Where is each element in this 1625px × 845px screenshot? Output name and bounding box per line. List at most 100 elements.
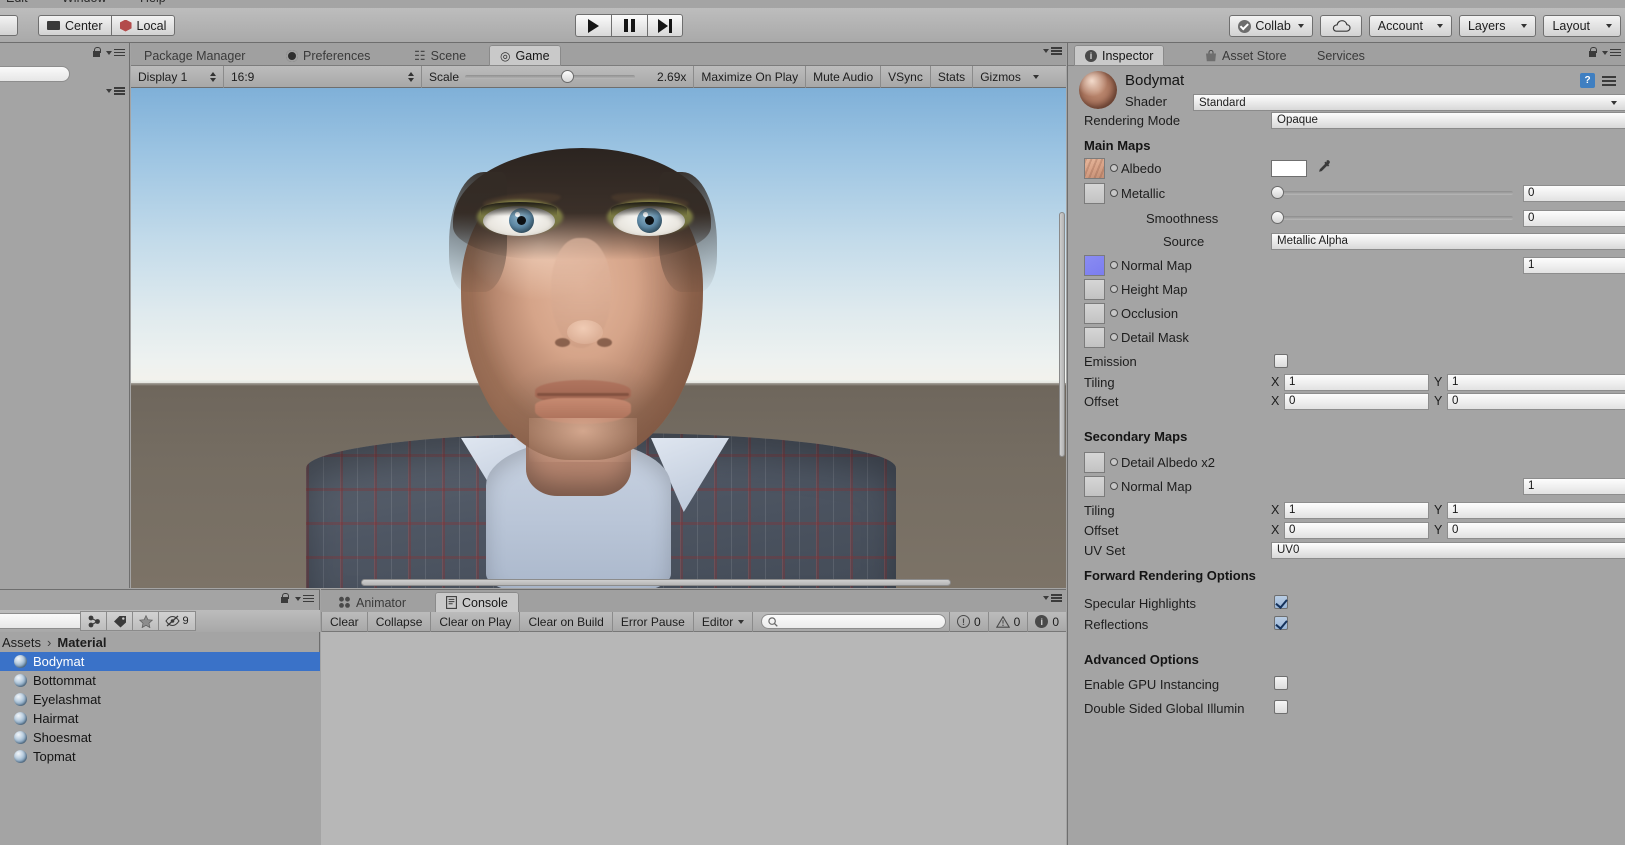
metallic-texture-slot[interactable] [1084, 182, 1105, 204]
albedo-color-swatch[interactable] [1271, 159, 1307, 177]
menu-edit[interactable]: Edit [6, 0, 28, 5]
panel-menu-icon[interactable] [1043, 594, 1062, 602]
tiling-y-value[interactable]: 1 [1447, 373, 1625, 391]
clear-on-play-button[interactable]: Clear on Play [431, 611, 521, 632]
game-panel-options[interactable] [1043, 47, 1062, 55]
project-options[interactable] [280, 593, 314, 604]
normal-map-value[interactable]: 1 [1523, 256, 1625, 274]
gizmos-dropdown[interactable]: Gizmos [973, 66, 1046, 88]
filter-by-type-icon[interactable] [80, 611, 106, 631]
occlusion-texture-slot[interactable] [1084, 302, 1105, 324]
play-button[interactable] [575, 14, 611, 37]
inspector-options[interactable] [1588, 47, 1621, 58]
game-view-horizontal-scrollbar[interactable] [361, 579, 951, 586]
detail-albedo-texture-slot[interactable] [1084, 451, 1105, 473]
secondary-normal-toggle-icon[interactable] [1110, 482, 1118, 490]
info-count-group[interactable]: i 0 [1027, 611, 1066, 632]
display-dropdown[interactable]: Display 1 [131, 66, 223, 88]
asset-list[interactable]: Bodymat Bottommat Eyelashmat Hairmat Sho… [0, 652, 320, 845]
console-options[interactable] [1043, 594, 1062, 602]
tab-services[interactable]: Services [1306, 45, 1376, 66]
tab-console[interactable]: Console [435, 592, 519, 613]
rendering-mode-dropdown[interactable]: Opaque [1271, 111, 1625, 129]
scale-slider-group[interactable]: Scale 2.69x [422, 66, 693, 88]
favorites-star-icon[interactable] [132, 611, 158, 631]
list-item[interactable]: Topmat [0, 747, 320, 766]
tab-package-manager[interactable]: Package Manager [133, 45, 256, 66]
tab-inspector[interactable]: i Inspector [1074, 45, 1165, 66]
panel-menu-icon[interactable] [106, 48, 125, 57]
tab-animator[interactable]: Animator [327, 592, 417, 613]
list-item[interactable]: Hairmat [0, 709, 320, 728]
height-map-texture-slot[interactable] [1084, 278, 1105, 300]
uv-set-dropdown[interactable]: UV0 [1271, 541, 1625, 559]
hierarchy-list[interactable] [0, 99, 129, 588]
hierarchy-menu-icon[interactable] [106, 87, 125, 95]
transform-tool-button[interactable] [0, 15, 18, 36]
menu-bar[interactable]: Edit Window Help [0, 0, 1625, 8]
metallic-slider[interactable] [1271, 186, 1513, 199]
metallic-slider-handle[interactable] [1271, 186, 1284, 199]
filter-by-label-icon[interactable] [106, 611, 132, 631]
tab-scene[interactable]: ☷ Scene [403, 45, 477, 66]
emission-checkbox[interactable] [1274, 354, 1288, 368]
detail-mask-toggle-icon[interactable] [1110, 333, 1118, 341]
smoothness-slider-handle[interactable] [1271, 211, 1284, 224]
secondary-tiling-y-value[interactable]: 1 [1447, 501, 1625, 519]
console-log-list[interactable] [321, 632, 1066, 845]
lock-icon[interactable] [280, 593, 289, 604]
panel-menu-icon[interactable] [1043, 47, 1062, 55]
editor-dropdown[interactable]: Editor [694, 611, 754, 632]
game-view-vertical-scrollbar[interactable] [1059, 212, 1065, 457]
secondary-normal-value[interactable]: 1 [1523, 477, 1625, 495]
tab-game[interactable]: ◎ Game [489, 45, 561, 66]
list-item[interactable]: Shoesmat [0, 728, 320, 747]
tiling-x-value[interactable]: 1 [1284, 373, 1429, 391]
list-item[interactable]: Eyelashmat [0, 690, 320, 709]
pause-button[interactable] [611, 14, 647, 37]
pivot-local-button[interactable]: Local [110, 15, 176, 36]
clear-on-build-button[interactable]: Clear on Build [520, 611, 613, 632]
smoothness-value[interactable]: 0 [1523, 209, 1625, 227]
hierarchy-search-input[interactable] [0, 66, 70, 82]
normal-map-texture-slot[interactable] [1084, 254, 1105, 276]
maximize-on-play-toggle[interactable]: Maximize On Play [694, 66, 805, 88]
offset-x-value[interactable]: 0 [1284, 392, 1429, 410]
aspect-dropdown[interactable]: 16:9 [224, 66, 421, 88]
layers-button[interactable]: Layers [1458, 15, 1537, 37]
collapse-button[interactable]: Collapse [368, 611, 432, 632]
source-dropdown[interactable]: Metallic Alpha [1271, 232, 1625, 250]
scale-slider-handle[interactable] [561, 69, 575, 83]
secondary-offset-x-value[interactable]: 0 [1284, 521, 1429, 539]
collab-button[interactable]: Collab [1229, 15, 1313, 37]
error-count-group[interactable]: ! 0 [948, 611, 988, 632]
lock-icon[interactable] [1588, 47, 1597, 58]
list-item[interactable]: Bottommat [0, 671, 320, 690]
warning-count-group[interactable]: 0 [987, 611, 1028, 632]
error-pause-button[interactable]: Error Pause [613, 611, 694, 632]
reflections-checkbox[interactable] [1274, 616, 1288, 630]
clear-button[interactable]: Clear [321, 611, 368, 632]
help-book-icon[interactable]: ? [1580, 73, 1595, 88]
breadcrumb-assets[interactable]: Assets [2, 635, 41, 650]
console-search-input[interactable] [761, 614, 947, 629]
step-button[interactable] [647, 14, 683, 37]
breadcrumb-material[interactable]: Material [57, 635, 106, 650]
tab-asset-store[interactable]: Asset Store [1194, 45, 1298, 66]
metallic-toggle-icon[interactable] [1110, 189, 1118, 197]
double-sided-checkbox[interactable] [1274, 700, 1288, 714]
menu-help[interactable]: Help [140, 0, 166, 5]
offset-y-value[interactable]: 0 [1447, 392, 1625, 410]
scale-slider[interactable] [465, 69, 636, 83]
mute-audio-toggle[interactable]: Mute Audio [806, 66, 880, 88]
metallic-value[interactable]: 0 [1523, 184, 1625, 202]
secondary-offset-y-value[interactable]: 0 [1447, 521, 1625, 539]
secondary-tiling-x-value[interactable]: 1 [1284, 501, 1429, 519]
panel-menu-icon[interactable] [1602, 48, 1621, 57]
normal-map-toggle-icon[interactable] [1110, 261, 1118, 269]
lock-icon[interactable] [92, 47, 101, 58]
hierarchy-options[interactable] [92, 47, 125, 58]
albedo-texture-slot[interactable] [1084, 157, 1105, 179]
pivot-center-button[interactable]: Center [38, 15, 111, 36]
account-button[interactable]: Account [1368, 15, 1452, 37]
